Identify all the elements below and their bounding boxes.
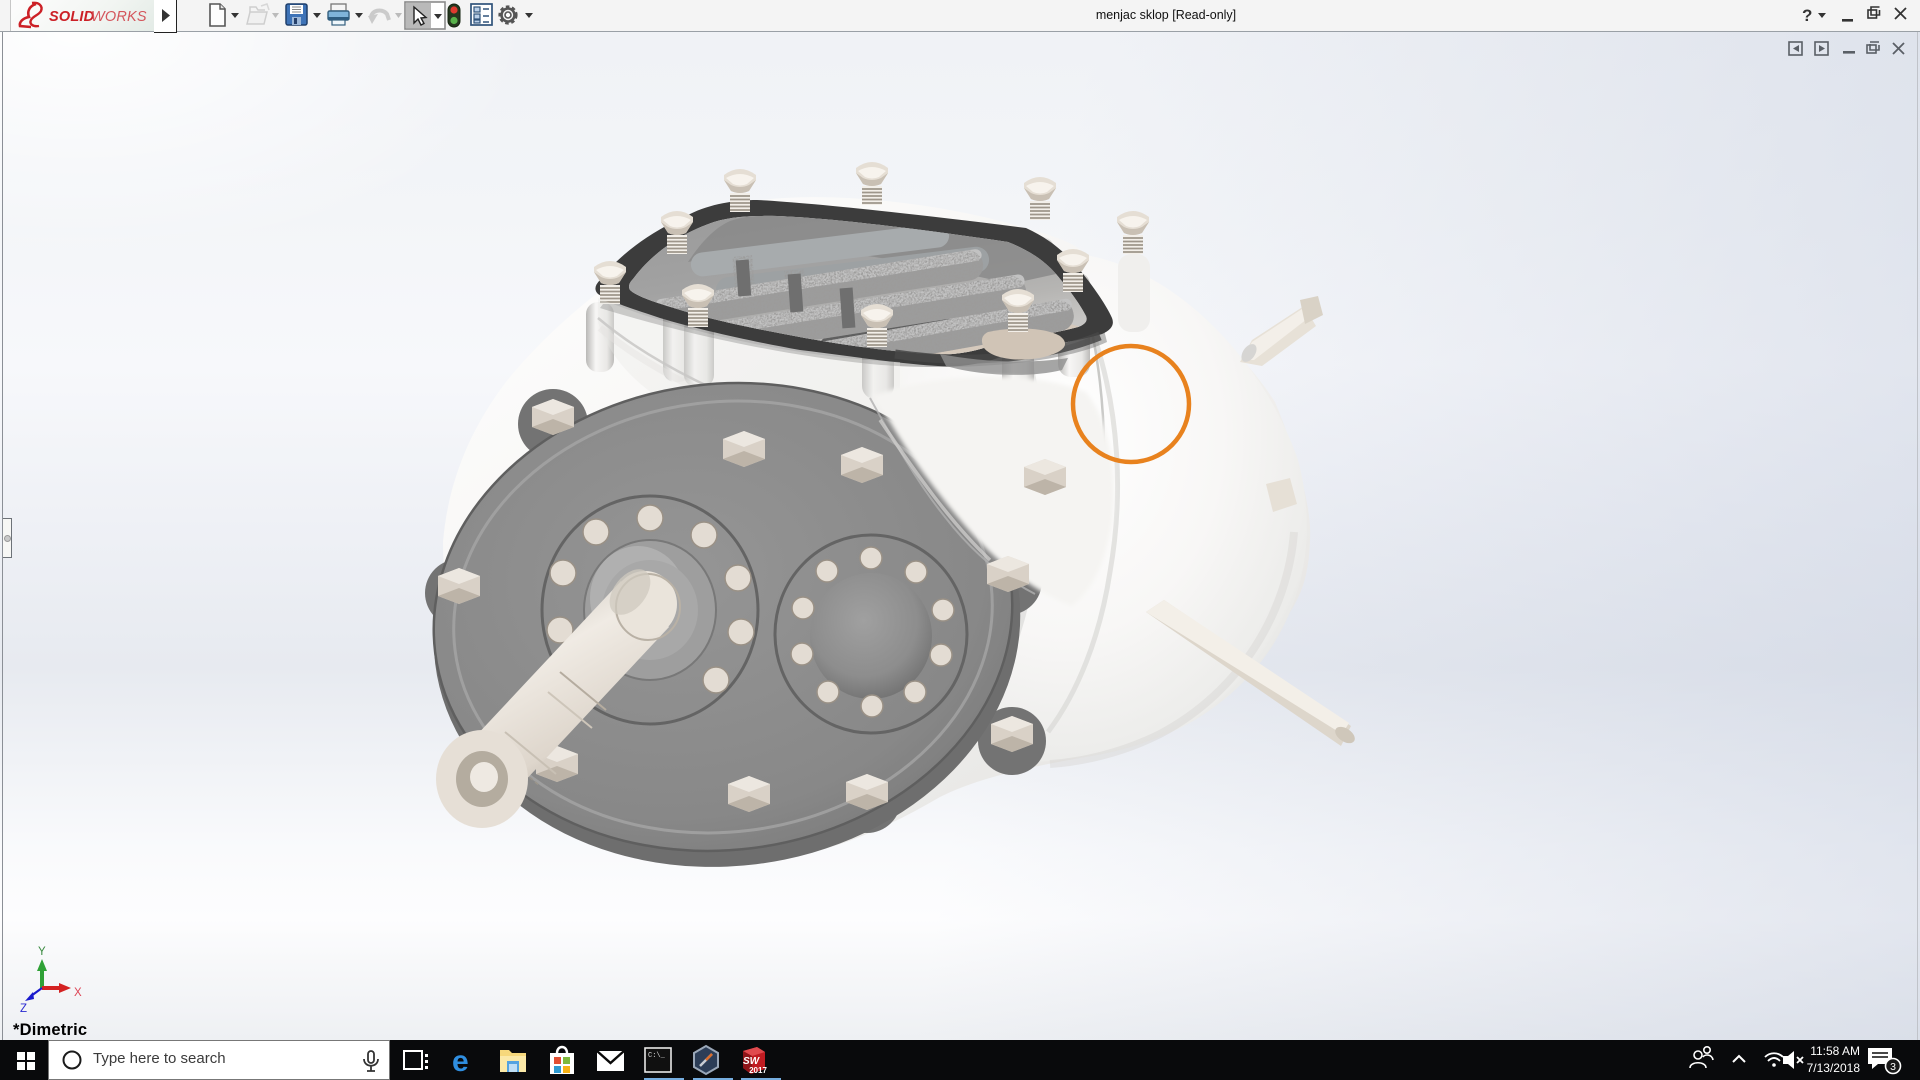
svg-text:e: e bbox=[452, 1045, 469, 1078]
svg-text:2017: 2017 bbox=[749, 1066, 767, 1075]
svg-text:3: 3 bbox=[1890, 1061, 1896, 1073]
svg-text:WORKS: WORKS bbox=[91, 9, 147, 25]
svg-text:Z: Z bbox=[20, 1003, 27, 1015]
svg-text:?: ? bbox=[1802, 6, 1812, 25]
svg-text:C:\_: C:\_ bbox=[648, 1052, 666, 1060]
svg-text:X: X bbox=[74, 987, 82, 999]
svg-text:SOLID: SOLID bbox=[49, 9, 95, 25]
svg-text:Y: Y bbox=[38, 946, 46, 958]
